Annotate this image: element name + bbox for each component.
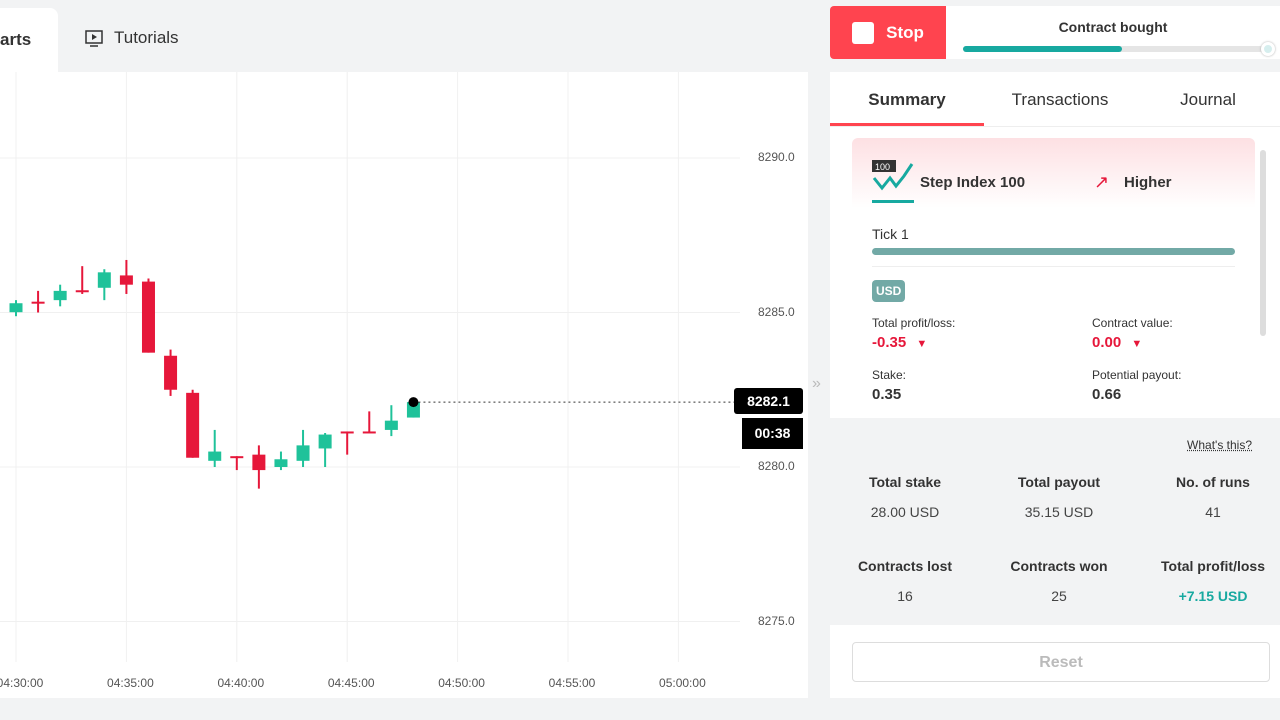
stat-label: Total payout xyxy=(1017,474,1101,490)
candle-body xyxy=(362,431,376,434)
x-tick-label: 04:50:00 xyxy=(438,676,485,690)
tab-charts[interactable]: arts xyxy=(0,8,58,72)
currency-badge: USD xyxy=(872,280,906,302)
stop-button[interactable]: Stop xyxy=(830,6,946,59)
payout-value: 0.66 xyxy=(1092,386,1122,403)
candle-body xyxy=(186,392,200,458)
stat-cell: Total stake 28.00 USD xyxy=(830,474,980,520)
contract-value-label: Contract value: xyxy=(1092,316,1173,330)
stat-label: Contracts won xyxy=(1010,558,1108,574)
stake-label: Stake: xyxy=(872,368,907,382)
stat-value: 35.15 USD xyxy=(1024,504,1094,520)
stat-value: 28.00 USD xyxy=(870,504,940,520)
arrow-up-right-icon: ↗ xyxy=(1094,172,1110,192)
stat-label: Total profit/loss xyxy=(1161,558,1265,574)
contract-progress-fill xyxy=(963,46,1122,52)
candle-body xyxy=(75,290,89,293)
stat-label: Contracts lost xyxy=(857,558,953,574)
candle-body xyxy=(252,454,266,471)
contract-status: Contract bought xyxy=(946,6,1280,59)
x-tick-label: 04:45:00 xyxy=(327,676,375,690)
tab-tutorials-label: Tutorials xyxy=(114,28,179,47)
stop-icon xyxy=(852,21,875,44)
reset-button[interactable]: Reset xyxy=(852,642,1270,682)
candle-body xyxy=(9,303,23,313)
symbol-name: Step Index 100 xyxy=(920,174,1026,191)
stop-label: Stop xyxy=(886,22,924,42)
candle-body xyxy=(318,434,332,449)
stat-cell: Total payout 35.15 USD xyxy=(984,474,1134,520)
total-pl-value: -0.35 xyxy=(872,334,907,351)
stat-value: 16 xyxy=(897,588,913,604)
y-tick-label: 8285.0 xyxy=(758,304,795,319)
current-tick-dot xyxy=(408,397,419,408)
tick-label: Tick 1 xyxy=(872,226,909,242)
tab-tutorials[interactable]: Tutorials xyxy=(84,28,179,48)
run-statistics: What's this? Total stake 28.00 USD Total p… xyxy=(830,418,1280,625)
candle-body xyxy=(141,281,155,353)
candle-body xyxy=(208,451,222,461)
candle-body xyxy=(97,272,111,288)
tutorial-icon xyxy=(85,30,103,47)
candle-body xyxy=(296,445,310,461)
candle-body xyxy=(53,290,67,301)
x-tick-label: 04:35:00 xyxy=(107,676,154,690)
tab-journal[interactable]: Journal xyxy=(1136,72,1280,126)
candle-body xyxy=(230,456,244,459)
candle-body xyxy=(340,431,354,434)
candle-body xyxy=(164,355,178,390)
trade-panel: Stop Contract bought Summary Transaction… xyxy=(830,0,1280,720)
stat-cell: Contracts lost 16 xyxy=(830,558,980,604)
panel-tabs: Summary Transactions Journal xyxy=(830,72,1280,127)
stat-cell: Total profit/loss +7.15 USD xyxy=(1138,558,1280,604)
total-pl-label: Total profit/loss: xyxy=(872,316,956,330)
progress-end-dot xyxy=(1261,42,1275,56)
stake-value: 0.35 xyxy=(872,386,902,403)
stat-label: Total stake xyxy=(868,474,942,490)
candle-body xyxy=(31,301,45,304)
x-tick-label: 05:00:00 xyxy=(659,676,706,690)
stat-cell: Contracts won 25 xyxy=(984,558,1134,604)
chart-canvas[interactable] xyxy=(0,72,808,698)
tick-progress xyxy=(872,248,1235,255)
stat-value: 25 xyxy=(1051,588,1067,604)
candle-body xyxy=(384,420,398,430)
caret-down-icon: ▼ xyxy=(916,338,928,350)
top-bar: arts Tutorials xyxy=(0,0,810,72)
whats-this-link[interactable]: What's this? xyxy=(1187,438,1252,452)
y-tick-label: 8275.0 xyxy=(758,613,795,628)
divider xyxy=(872,266,1235,267)
step-index-icon: 100 xyxy=(872,160,914,203)
x-tick-label: 04:55:00 xyxy=(548,676,596,690)
x-tick-label: 04:30:00 xyxy=(0,676,44,690)
contract-status-text: Contract bought xyxy=(1058,19,1168,35)
contract-value: 0.00 xyxy=(1092,334,1122,351)
y-tick-label: 8280.0 xyxy=(758,459,795,473)
stat-label: No. of runs xyxy=(1176,474,1250,490)
collapse-panel-icon[interactable]: » xyxy=(812,375,821,393)
summary-panel: Summary Transactions Journal 100 Step In… xyxy=(830,72,1280,698)
x-tick-label: 04:40:00 xyxy=(217,676,265,690)
bottom-strip xyxy=(0,698,810,720)
y-tick-label: 8290.0 xyxy=(758,150,795,164)
contract-progress xyxy=(963,46,1268,52)
contract-type: Higher xyxy=(1124,174,1172,191)
symbol-badge: 100 xyxy=(875,162,890,172)
card-scrollbar[interactable] xyxy=(1260,150,1266,336)
stat-value: +7.15 USD xyxy=(1178,588,1248,604)
candle-body xyxy=(119,275,133,285)
tab-transactions[interactable]: Transactions xyxy=(984,72,1136,126)
tab-summary[interactable]: Summary xyxy=(830,72,984,126)
stat-value: 41 xyxy=(1205,504,1221,520)
stat-cell: No. of runs 41 xyxy=(1138,474,1280,520)
payout-label: Potential payout: xyxy=(1092,368,1182,382)
current-price-label: 8282.1 xyxy=(734,388,803,414)
candle-body xyxy=(274,459,288,467)
caret-down-icon: ▼ xyxy=(1131,338,1143,350)
contract-card[interactable]: 100 Step Index 100 ↗ Higher Tick 1 USD T… xyxy=(852,138,1255,418)
price-chart[interactable]: 8290.0 8285.0 8280.0 8275.0 04:30:00 04:35:0… xyxy=(0,72,808,698)
candle-countdown: 00:38 xyxy=(742,418,803,449)
